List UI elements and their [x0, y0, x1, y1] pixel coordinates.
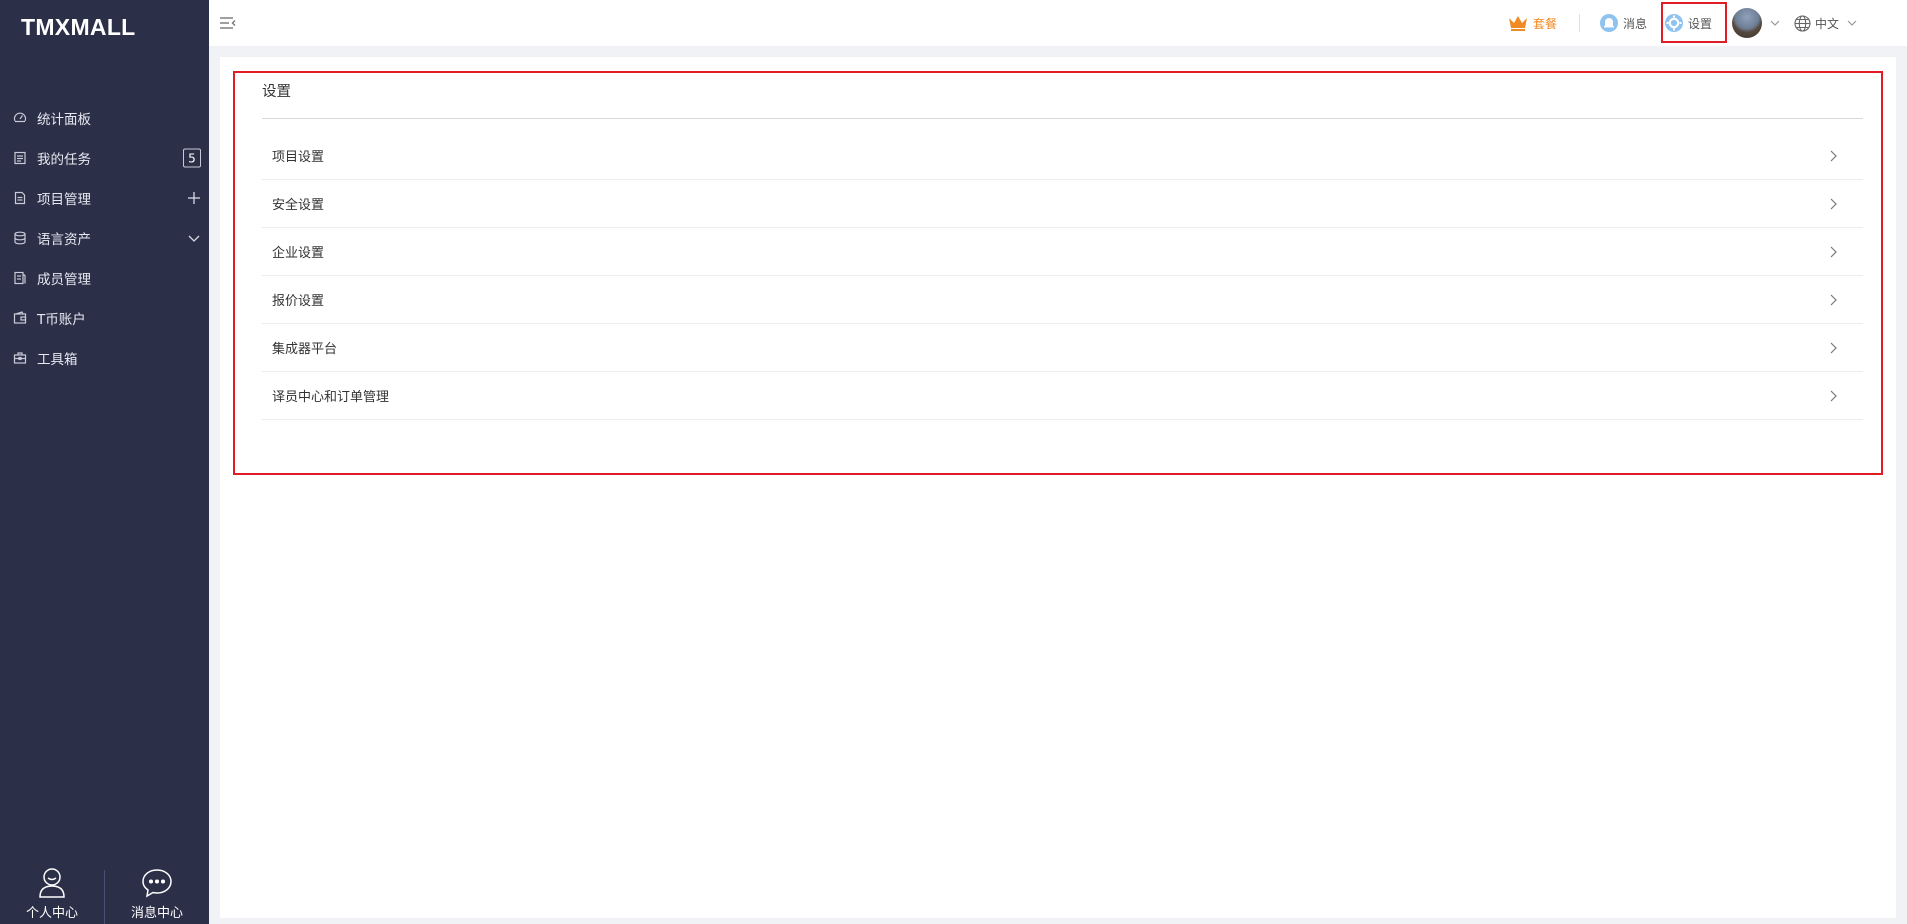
language-switcher[interactable]: 中文 — [1794, 0, 1857, 46]
user-icon — [37, 866, 67, 902]
settings-row-label: 企业设置 — [272, 246, 325, 261]
chevron-right-icon — [1829, 150, 1837, 162]
settings-row-label: 安全设置 — [272, 198, 325, 213]
message-center-button[interactable]: 消息中心 — [105, 866, 209, 924]
settings-row-translator-orders[interactable]: 译员中心和订单管理 — [262, 372, 1863, 420]
sidebar-item-label: 项目管理 — [37, 192, 91, 208]
settings-row-label: 项目设置 — [272, 150, 325, 165]
package-button[interactable]: 套餐 — [1507, 0, 1557, 46]
chevron-right-icon — [1829, 390, 1837, 402]
header-divider — [1579, 14, 1580, 32]
sidebar-item-label: 统计面板 — [37, 112, 91, 128]
settings-row-label: 集成器平台 — [272, 342, 338, 357]
settings-row-project[interactable]: 项目设置 — [262, 132, 1863, 180]
database-icon — [13, 231, 27, 245]
crown-icon — [1507, 14, 1529, 32]
avatar — [1732, 8, 1762, 38]
sidebar-item-label: 我的任务 — [37, 152, 91, 168]
messages-button[interactable]: 消息 — [1599, 0, 1647, 46]
page-title: 设置 — [262, 84, 291, 100]
sidebar-item-toolbox[interactable]: 工具箱 — [0, 338, 209, 378]
sidebar-item-label: 语言资产 — [37, 232, 91, 248]
settings-row-label: 译员中心和订单管理 — [272, 390, 390, 405]
chevron-down-icon[interactable] — [187, 231, 201, 245]
settings-row-quote[interactable]: 报价设置 — [262, 276, 1863, 324]
settings-row-security[interactable]: 安全设置 — [262, 180, 1863, 228]
language-label: 中文 — [1815, 16, 1840, 31]
chevron-down-icon — [1770, 16, 1780, 30]
sidebar-item-label: 工具箱 — [37, 352, 78, 368]
chevron-right-icon — [1829, 198, 1837, 210]
profile-center-button[interactable]: 个人中心 — [0, 866, 104, 924]
chevron-right-icon — [1829, 342, 1837, 354]
sidebar-item-language-assets[interactable]: 语言资产 — [0, 218, 209, 258]
sidebar-item-members[interactable]: 成员管理 — [0, 258, 209, 298]
badge-count: 5 — [183, 148, 201, 168]
plus-icon[interactable] — [187, 191, 201, 205]
profile-center-label: 个人中心 — [25, 906, 78, 921]
message-center-label: 消息中心 — [130, 906, 183, 921]
chevron-right-icon — [1829, 294, 1837, 306]
sidebar-item-label: 成员管理 — [37, 272, 91, 288]
dashboard-icon — [13, 111, 27, 125]
sidebar-item-wallet[interactable]: T币账户 — [0, 298, 209, 338]
sidebar-item-dashboard[interactable]: 统计面板 — [0, 98, 209, 138]
sidebar-item-my-tasks[interactable]: 我的任务 5 — [0, 138, 209, 178]
messages-label: 消息 — [1623, 16, 1648, 31]
sidebar-menu: 统计面板 我的任务 5 项目管理 语言资产 成员管理 T币账户 工具箱 — [0, 98, 209, 378]
sidebar-item-projects[interactable]: 项目管理 — [0, 178, 209, 218]
user-menu[interactable] — [1732, 0, 1780, 46]
sidebar-item-label: T币账户 — [37, 312, 86, 328]
project-icon — [13, 191, 27, 205]
top-header: 套餐 消息 设置 中文 — [209, 0, 1907, 46]
settings-row-enterprise[interactable]: 企业设置 — [262, 228, 1863, 276]
settings-highlight-frame — [1661, 2, 1727, 43]
chevron-right-icon — [1829, 246, 1837, 258]
title-divider — [262, 118, 1863, 119]
members-icon — [13, 271, 27, 285]
wallet-icon — [13, 311, 27, 325]
collapse-menu-icon[interactable] — [219, 15, 237, 31]
task-icon — [13, 151, 27, 165]
settings-list: 项目设置 安全设置 企业设置 报价设置 集成器平台 译员中心和订单管理 — [262, 132, 1863, 420]
settings-row-integrator[interactable]: 集成器平台 — [262, 324, 1863, 372]
chat-bubble-icon — [141, 868, 173, 902]
settings-row-label: 报价设置 — [272, 294, 325, 309]
app-logo[interactable]: TMXMALL — [21, 14, 136, 41]
bell-icon — [1599, 13, 1619, 33]
sidebar: TMXMALL 统计面板 我的任务 5 项目管理 语言资产 成员管理 T币账户 … — [0, 0, 209, 924]
sidebar-bottom-bar: 个人中心 消息中心 — [0, 866, 209, 924]
globe-icon — [1794, 14, 1811, 32]
chevron-down-icon — [1847, 16, 1857, 30]
toolbox-icon — [13, 351, 27, 365]
package-label: 套餐 — [1533, 16, 1558, 31]
task-count-badge: 5 — [183, 148, 201, 168]
